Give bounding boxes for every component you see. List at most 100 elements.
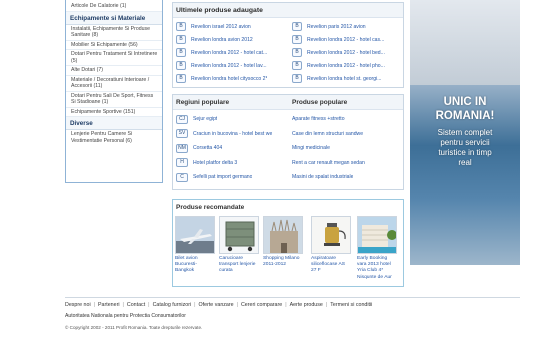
b-icon: B: [176, 74, 186, 83]
footer-link-termeni[interactable]: Termeni si conditii: [330, 302, 372, 308]
latest-link[interactable]: Revelion londra 2012 - hotel lav...: [191, 63, 267, 69]
advertisement-banner[interactable]: UNIC IN ROMANIA! Sistem complet pentru s…: [410, 0, 520, 265]
region-badge-icon: NM: [176, 143, 188, 153]
region-badge-icon: C: [176, 172, 188, 182]
popular-product-link[interactable]: Masini de spalat industriale: [292, 174, 353, 180]
sidebar-item-articole-calatorie[interactable]: Articole De Calatorie (1): [66, 0, 162, 12]
sidebar-item-lenjerie[interactable]: Lenjerie Pentru Camere Si Vestimentatie …: [66, 130, 162, 145]
footer-link-alerte[interactable]: Aerte produse: [290, 302, 323, 308]
product-card[interactable]: Early Booking vara 2013 hotel Yria Club …: [357, 216, 397, 281]
latest-row: B Revelion londra avion 2012 B Revelion lo…: [173, 33, 403, 46]
footer: Despre noi | Parteneri | Contact | Catalog …: [65, 297, 520, 330]
product-caption[interactable]: Aspiratoare siliceflocase AS 27 F: [311, 256, 351, 275]
footer-separator: |: [122, 302, 124, 308]
latest-row: B Revelion londra 2012 - hotel cat... B Re…: [173, 46, 403, 59]
latest-link[interactable]: Revelion londra hotel st. georgi...: [307, 76, 381, 82]
latest-link[interactable]: Revelion londra 2012 - hotel pho...: [307, 63, 385, 69]
product-image-milano[interactable]: [263, 216, 303, 254]
footer-separator: |: [236, 302, 238, 308]
popular-product-link[interactable]: Case din lemn structuri sandwe: [292, 131, 363, 137]
popular-row: CJ Sejur egipt Aparate fitness +stretto: [173, 112, 403, 127]
footer-separator: |: [285, 302, 287, 308]
ad-subtitle-line1: Sistem complet: [437, 128, 493, 137]
region-link[interactable]: Craciun in bucovina - hotel best we: [193, 131, 272, 137]
footer-link-contact[interactable]: Contact: [127, 302, 145, 308]
footer-separator: |: [325, 302, 328, 308]
product-caption[interactable]: Early Booking vara 2013 hotel Yria Club …: [357, 256, 397, 281]
footer-copyright: © Copyright 2002 - 2011 Profit Romania. …: [65, 325, 203, 330]
sidebar-item-materiale[interactable]: Materiale / Decoratiuni Interioare / Acc…: [66, 76, 162, 92]
b-icon: B: [292, 74, 302, 83]
b-icon: B: [292, 35, 302, 44]
sidebar-section-title-echipamente: Echipamente si Materiale: [66, 11, 162, 25]
popular-row: SV Craciun in bucovina - hotel best we Ca…: [173, 127, 403, 142]
latest-products-title: Ultimele produse adaugate: [173, 3, 403, 18]
ad-title-line2: ROMANIA!: [435, 110, 495, 122]
popular-row: H Hotel platfor delta 3 Rent a car renaul…: [173, 156, 403, 171]
b-icon: B: [292, 61, 302, 70]
recommended-title: Produse recomandate: [176, 204, 245, 211]
footer-link-oferte[interactable]: Oferte vanzare: [199, 302, 234, 308]
b-icon: B: [176, 48, 186, 57]
latest-link[interactable]: Revelion londra avion 2012: [191, 37, 253, 43]
footer-anpc-link[interactable]: Autoritatea Nationala pentru Protectia C…: [65, 313, 520, 319]
footer-link-parteneri[interactable]: Parteneri: [98, 302, 120, 308]
footer-separator: |: [148, 302, 150, 308]
ad-subtitle-line2: pentru servicii: [440, 138, 490, 147]
footer-link-catalog[interactable]: Catalog furnizori: [153, 302, 192, 308]
popular-row: C Sefelli pat import germano Masini de sp…: [173, 170, 403, 185]
sidebar-item-mobilier[interactable]: Mobilier Si Echipamente (56): [66, 41, 162, 50]
region-link[interactable]: Sejur egipt: [193, 116, 217, 122]
region-link[interactable]: Hotel platfor delta 3: [193, 160, 237, 166]
b-icon: B: [176, 61, 186, 70]
popular-panel: Regiuni populare Produse populare CJ Seju…: [172, 94, 404, 190]
product-image-cart[interactable]: [219, 216, 259, 254]
b-icon: B: [292, 48, 302, 57]
latest-row: B Revelion israel 2012 avion B Revelion pa…: [173, 20, 403, 33]
latest-link[interactable]: Revelion londra 2012 - hotel bed...: [307, 50, 385, 56]
product-card[interactable]: Shopping Milano 2011-2012: [263, 216, 303, 268]
latest-row: B Revelion londra 2012 - hotel lav... B Re…: [173, 59, 403, 72]
popular-products-title: Produse populare: [292, 99, 348, 106]
latest-link[interactable]: Revelion israel 2012 avion: [191, 24, 251, 30]
product-card[interactable]: Carucioare transport lenjerie curata: [219, 216, 259, 275]
latest-link[interactable]: Revelion londra 2012 - hotel cat...: [191, 50, 267, 56]
footer-links: Despre noi | Parteneri | Contact | Catalog …: [65, 302, 520, 308]
product-caption[interactable]: Shopping Milano 2011-2012: [263, 256, 303, 268]
sidebar-item-alte-dotari[interactable]: Alte Dotari (7): [66, 66, 162, 76]
product-caption[interactable]: Carucioare transport lenjerie curata: [219, 256, 259, 275]
product-image-plane[interactable]: [175, 216, 215, 254]
region-link[interactable]: Corsetta 404: [193, 145, 222, 151]
category-sidebar: Articole De Calatorie (1) Echipamente si…: [65, 0, 163, 183]
popular-product-link[interactable]: Rent a car renault megan sedan: [292, 160, 365, 166]
latest-link[interactable]: Revelion londra 2012 - hotel cas...: [307, 37, 384, 43]
product-card[interactable]: Aspiratoare siliceflocase AS 27 F: [311, 216, 351, 275]
product-card[interactable]: Bilet avion Bucuresti-Bangkok: [175, 216, 215, 275]
footer-separator: |: [93, 302, 96, 308]
ad-subtitle-line3: turistice in timp: [438, 148, 492, 157]
footer-link-despre[interactable]: Despre noi: [65, 302, 91, 308]
footer-link-cereri[interactable]: Cereri comparare: [241, 302, 282, 308]
product-image-vacuum[interactable]: [311, 216, 351, 254]
latest-row: B Revelion londra hotel citysocco 2* B Rev…: [173, 72, 403, 85]
product-image-hotel[interactable]: [357, 216, 397, 254]
region-badge-icon: SV: [176, 129, 188, 139]
sidebar-section-title-diverse: Diverse: [66, 117, 162, 130]
product-caption[interactable]: Bilet avion Bucuresti-Bangkok: [175, 256, 215, 275]
popular-product-link[interactable]: Mingi medicinale: [292, 145, 330, 151]
b-icon: B: [176, 35, 186, 44]
region-link[interactable]: Sefelli pat import germano: [193, 174, 252, 180]
footer-separator: |: [194, 302, 196, 308]
popular-row: NM Corsetta 404 Mingi medicinale: [173, 141, 403, 156]
ad-sky-image: [410, 0, 520, 85]
sidebar-item-echipamente-sportive[interactable]: Echipamente Sportive (151): [66, 108, 162, 117]
sidebar-item-sali-sport[interactable]: Dotari Pentru Sali De Sport, Fitness Si …: [66, 92, 162, 108]
region-badge-icon: CJ: [176, 114, 188, 124]
popular-product-link[interactable]: Aparate fitness +stretto: [292, 116, 345, 122]
sidebar-item-dotari-tratament[interactable]: Dotari Pentru Tratament Si Intretinere (…: [66, 50, 162, 66]
b-icon: B: [292, 22, 302, 31]
latest-link[interactable]: Revelion paris 2012 avion: [307, 24, 366, 30]
latest-link[interactable]: Revelion londra hotel citysocco 2*: [191, 76, 267, 82]
b-icon: B: [176, 22, 186, 31]
sidebar-item-instalatii[interactable]: Instalatii, Echipamente Si Produse Sanit…: [66, 25, 162, 41]
